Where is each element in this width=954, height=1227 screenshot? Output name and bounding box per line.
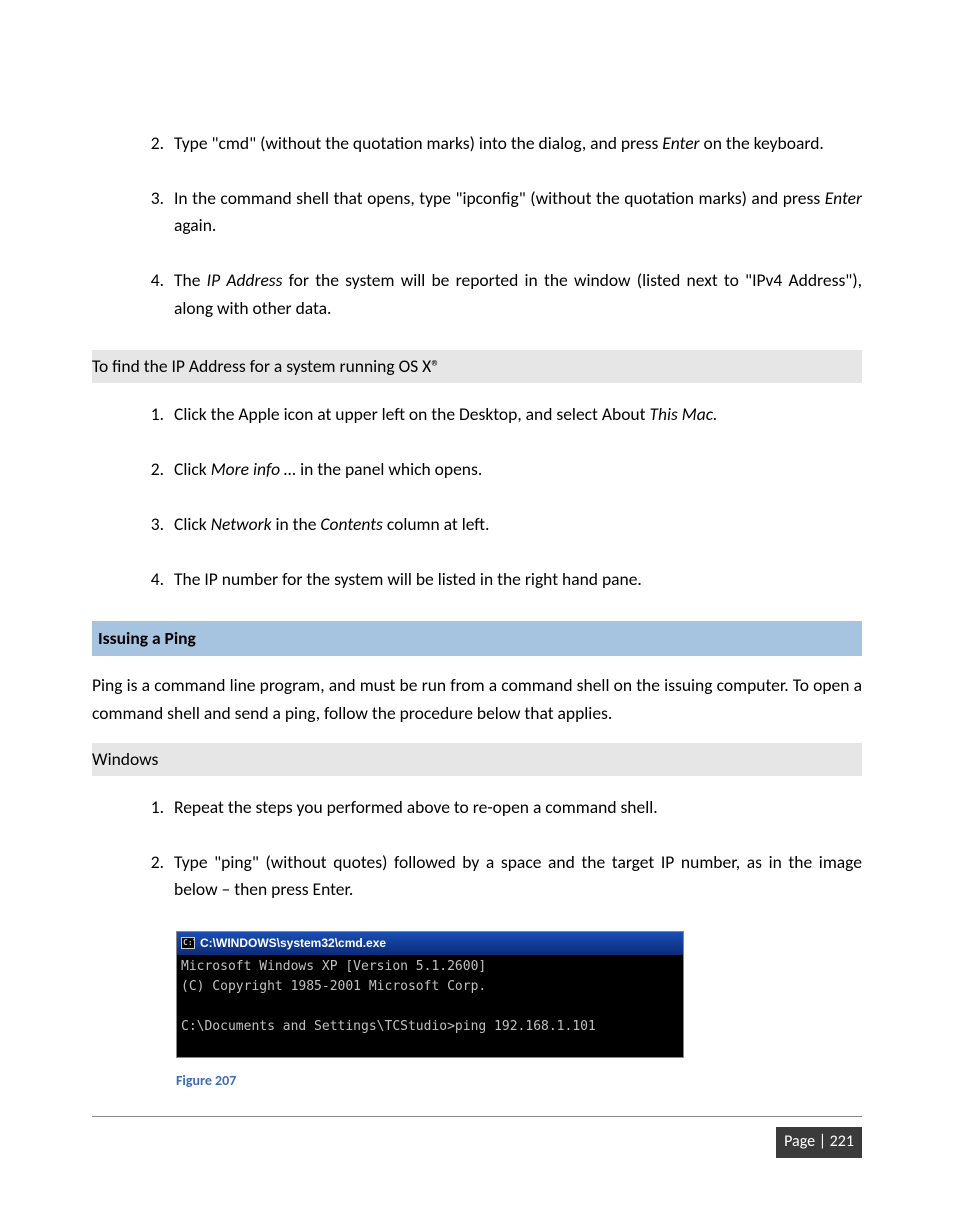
list-item: 1. Repeat the steps you performed above … xyxy=(134,794,862,821)
page-number-badge: Page | 221 xyxy=(776,1127,862,1158)
item-text: In the command shell that opens, type "i… xyxy=(174,187,862,236)
item-text: Repeat the steps you performed above to … xyxy=(174,796,658,818)
list-item: 4. The IP Address for the system will be… xyxy=(134,267,862,321)
item-number: 2. xyxy=(134,130,164,157)
item-number: 3. xyxy=(134,185,164,212)
item-number: 4. xyxy=(134,267,164,294)
item-number: 2. xyxy=(134,849,164,876)
heading-windows: Windows xyxy=(92,743,862,776)
steps-osx: 1. Click the Apple icon at upper left on… xyxy=(134,401,862,594)
footer: Page | 221 xyxy=(92,1127,862,1158)
item-text: Type "ping" (without quotes) followed by… xyxy=(174,851,862,900)
cmd-title: C:\WINDOWS\system32\cmd.exe xyxy=(200,934,386,953)
page: 2. Type "cmd" (without the quotation mar… xyxy=(0,0,954,1227)
heading-osx: To find the IP Address for a system runn… xyxy=(92,350,862,383)
item-text: Type "cmd" (without the quotation marks)… xyxy=(174,132,824,154)
steps-ping-windows: 1. Repeat the steps you performed above … xyxy=(134,794,862,903)
cmd-titlebar: C:\ C:\WINDOWS\system32\cmd.exe xyxy=(177,932,683,955)
item-text: Click Network in the Contents column at … xyxy=(174,513,489,535)
cmd-body: Microsoft Windows XP [Version 5.1.2600] … xyxy=(177,955,683,1058)
cmd-icon: C:\ xyxy=(181,937,195,949)
steps-cmd-windows: 2. Type "cmd" (without the quotation mar… xyxy=(134,130,862,322)
footer-rule xyxy=(92,1116,862,1117)
figure-caption: Figure 207 xyxy=(176,1070,862,1092)
item-text: Click the Apple icon at upper left on th… xyxy=(174,403,717,425)
list-item: 3. Click Network in the Contents column … xyxy=(134,511,862,538)
list-item: 3. In the command shell that opens, type… xyxy=(134,185,862,239)
ping-description: Ping is a command line program, and must… xyxy=(92,672,862,726)
list-item: 2. Type "cmd" (without the quotation mar… xyxy=(134,130,862,157)
item-text: The IP number for the system will be lis… xyxy=(174,568,642,590)
item-number: 3. xyxy=(134,511,164,538)
heading-issuing-ping: Issuing a Ping xyxy=(92,621,862,656)
list-item: 1. Click the Apple icon at upper left on… xyxy=(134,401,862,428)
list-item: 2. Type "ping" (without quotes) followed… xyxy=(134,849,862,903)
list-item: 4. The IP number for the system will be … xyxy=(134,566,862,593)
item-number: 1. xyxy=(134,794,164,821)
item-text: The IP Address for the system will be re… xyxy=(174,269,862,318)
list-item: 2. Click More info … in the panel which … xyxy=(134,456,862,483)
item-number: 1. xyxy=(134,401,164,428)
cmd-window: C:\ C:\WINDOWS\system32\cmd.exe Microsof… xyxy=(176,931,684,1058)
item-number: 2. xyxy=(134,456,164,483)
item-text: Click More info … in the panel which ope… xyxy=(174,458,482,480)
item-number: 4. xyxy=(134,566,164,593)
